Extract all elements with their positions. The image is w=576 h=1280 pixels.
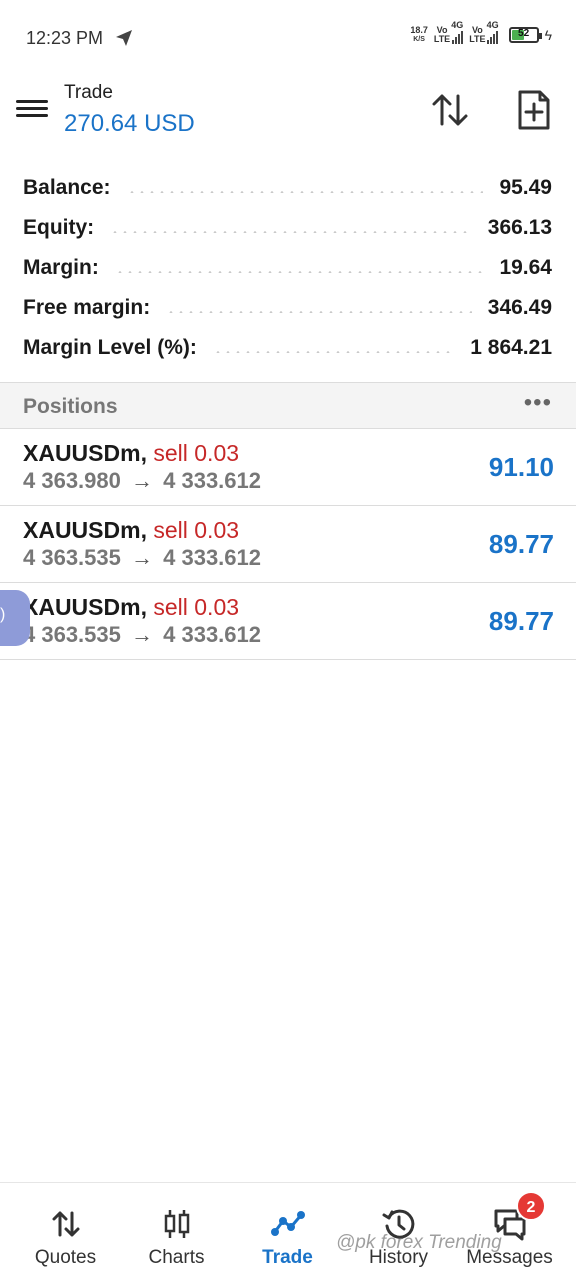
summary-value: 346.49 <box>487 296 552 319</box>
summary-label: Margin: <box>23 256 99 279</box>
position-open-price: 4 363.535 <box>23 545 121 570</box>
page-title: Trade <box>64 82 113 103</box>
signal-bars-icon <box>451 30 463 44</box>
assist-icon: ) <box>0 606 6 623</box>
position-symbol: XAUUSDm, <box>23 440 147 466</box>
network-speed: 18.7 K/S <box>410 25 428 44</box>
floating-assist-bubble[interactable]: ) <box>0 590 30 646</box>
new-order-icon[interactable] <box>514 88 554 132</box>
nav-quotes[interactable]: Quotes <box>8 1183 123 1280</box>
dotted-leader <box>110 231 472 233</box>
position-side: sell 0.03 <box>153 440 240 466</box>
positions-list: XAUUSDm, sell 0.03 4 363.980 → 4 333.612… <box>0 429 576 660</box>
charts-icon <box>164 1210 189 1238</box>
charging-icon: ϟ <box>544 27 552 43</box>
summary-label: Free margin: <box>23 296 151 319</box>
signal-bars-icon <box>487 30 499 44</box>
position-profit: 89.77 <box>488 606 554 636</box>
position-profit: 89.77 <box>488 529 554 559</box>
position-current-price: 4 333.612 <box>163 545 261 570</box>
position-side: sell 0.03 <box>153 594 240 620</box>
status-time: 12:23 PM <box>26 28 104 48</box>
summary-row-margin-level: Margin Level (%): 1 864.21 <box>0 328 576 368</box>
status-bar: 12:23 PM 18.7 K/S Vo LTE 4G Vo LTE 4G 52… <box>0 0 576 76</box>
position-side: sell 0.03 <box>153 517 240 543</box>
more-options-icon[interactable]: ••• <box>524 389 552 417</box>
position-profit: 91.10 <box>488 452 554 482</box>
arrow-right-icon: → <box>131 622 153 647</box>
summary-value: 19.64 <box>499 256 552 279</box>
messages-badge: 2 <box>516 1191 546 1221</box>
summary-row-balance: Balance: 95.49 <box>0 168 576 208</box>
sim1-signal: Vo LTE 4G <box>433 20 464 44</box>
menu-button[interactable] <box>16 96 48 124</box>
account-profit: 270.64 USD <box>64 110 195 137</box>
bottom-navigation: Quotes Charts Trade History Messages <box>0 1182 576 1280</box>
trade-icon <box>270 1211 305 1236</box>
account-summary: Balance: 95.49 Equity: 366.13 Margin: 19… <box>0 168 576 368</box>
positions-title: Positions <box>23 395 118 418</box>
status-indicators: 18.7 K/S Vo LTE 4G Vo LTE 4G 52 ϟ <box>410 20 552 44</box>
summary-value: 95.49 <box>499 176 552 199</box>
watermark: @pk forex Trending <box>336 1232 502 1253</box>
position-row[interactable]: XAUUSDm, sell 0.03 4 363.535 → 4 333.612… <box>0 506 576 583</box>
position-current-price: 4 333.612 <box>163 622 261 647</box>
summary-row-free-margin: Free margin: 346.49 <box>0 288 576 328</box>
summary-value: 366.13 <box>487 216 552 239</box>
app-header: Trade 270.64 USD <box>0 76 576 160</box>
arrow-right-icon: → <box>131 468 153 493</box>
dotted-leader <box>212 351 455 353</box>
sort-arrows-icon[interactable] <box>430 90 470 130</box>
summary-label: Equity: <box>23 216 95 239</box>
sim2-signal: Vo LTE 4G <box>469 20 499 44</box>
position-open-price: 4 363.535 <box>23 622 121 647</box>
position-symbol: XAUUSDm, <box>23 517 147 543</box>
arrow-right-icon: → <box>131 545 153 570</box>
position-current-price: 4 333.612 <box>163 468 261 493</box>
dotted-leader <box>114 271 484 273</box>
positions-section-header: Positions ••• <box>0 382 576 429</box>
dotted-leader <box>166 311 472 313</box>
summary-row-margin: Margin: 19.64 <box>0 248 576 288</box>
position-open-price: 4 363.980 <box>23 468 121 493</box>
quotes-icon <box>52 1211 79 1237</box>
send-icon <box>116 30 132 46</box>
nav-trade[interactable]: Trade <box>230 1183 345 1280</box>
battery-icon: 52 <box>508 27 542 43</box>
summary-row-equity: Equity: 366.13 <box>0 208 576 248</box>
summary-label: Margin Level (%): <box>23 336 197 359</box>
position-row[interactable]: XAUUSDm, sell 0.03 4 363.535 → 4 333.612… <box>0 583 576 660</box>
summary-value: 1 864.21 <box>470 336 552 359</box>
nav-charts[interactable]: Charts <box>119 1183 234 1280</box>
position-symbol: XAUUSDm, <box>23 594 147 620</box>
summary-label: Balance: <box>23 176 111 199</box>
position-row[interactable]: XAUUSDm, sell 0.03 4 363.980 → 4 333.612… <box>0 429 576 506</box>
dotted-leader <box>126 191 484 193</box>
